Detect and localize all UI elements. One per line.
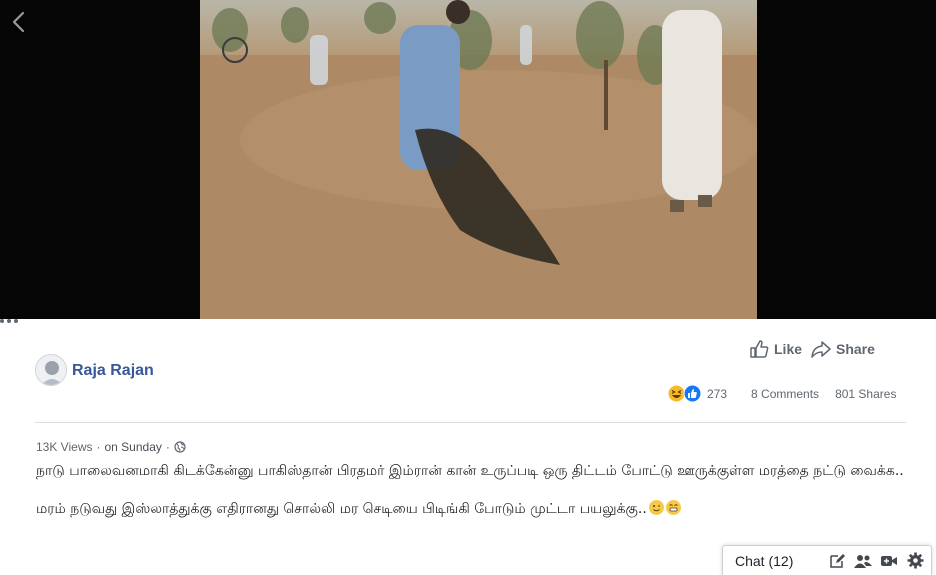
post-text-line-2: மரம் நடுவது இஸ்லாத்துக்கு எதிரானது சொல்ல… — [36, 500, 906, 519]
post-text-line-1: நாடு பாலைவனமாகி கிடக்கேன்னு பாகிஸ்தான் ப… — [36, 463, 904, 479]
share-arrow-icon — [811, 341, 831, 358]
post-timestamp[interactable]: on Sunday — [104, 440, 161, 454]
avatar[interactable] — [35, 354, 67, 386]
group-icon[interactable] — [853, 551, 873, 571]
post-text-line-2-text: மரம் நடுவது இஸ்லாத்துக்கு எதிரானது சொல்ல… — [36, 501, 647, 517]
like-button[interactable]: Like — [749, 339, 802, 359]
like-reaction-icon — [683, 384, 702, 403]
post-details: Raja Rajan Like Share 273 8 Comments 801… — [0, 319, 936, 575]
video-scene-image — [200, 0, 757, 319]
post-text: நாடு பாலைவனமாகி கிடக்கேன்னு பாகிஸ்தான் ப… — [36, 462, 906, 538]
compose-icon[interactable] — [827, 551, 847, 571]
reaction-icons[interactable] — [667, 384, 702, 403]
more-dot — [14, 319, 18, 323]
share-button[interactable]: Share — [811, 339, 875, 359]
more-dots-icon — [0, 319, 4, 323]
shares-count[interactable]: 801 Shares — [835, 387, 896, 401]
avatar-image — [36, 355, 66, 385]
more-options-button[interactable] — [0, 319, 936, 323]
like-label: Like — [774, 341, 803, 357]
meta-separator: · — [96, 440, 101, 454]
video-viewer[interactable] — [0, 0, 936, 319]
divider — [35, 422, 906, 423]
reaction-count[interactable]: 273 — [707, 387, 727, 401]
meta-separator: · — [165, 440, 170, 454]
back-button[interactable] — [8, 9, 30, 35]
video-frame[interactable] — [200, 0, 757, 319]
grinning-face-icon — [665, 500, 681, 515]
post-meta: 13K Views · on Sunday · — [36, 440, 186, 454]
share-label: Share — [836, 341, 875, 357]
more-dot — [7, 319, 11, 323]
globe-icon[interactable] — [174, 441, 186, 453]
chat-bar[interactable]: Chat (12) — [722, 545, 932, 575]
chevron-left-icon — [12, 11, 25, 33]
chat-label[interactable]: Chat (12) — [735, 553, 821, 569]
comments-count[interactable]: 8 Comments — [751, 387, 819, 401]
winking-face-icon — [648, 500, 664, 515]
video-call-icon[interactable] — [879, 551, 899, 571]
settings-icon[interactable] — [905, 551, 925, 571]
post-stats: 273 8 Comments 801 Shares — [667, 384, 896, 403]
thumbs-up-icon — [750, 340, 769, 358]
author-name[interactable]: Raja Rajan — [72, 362, 154, 380]
view-count: 13K Views — [36, 440, 93, 454]
